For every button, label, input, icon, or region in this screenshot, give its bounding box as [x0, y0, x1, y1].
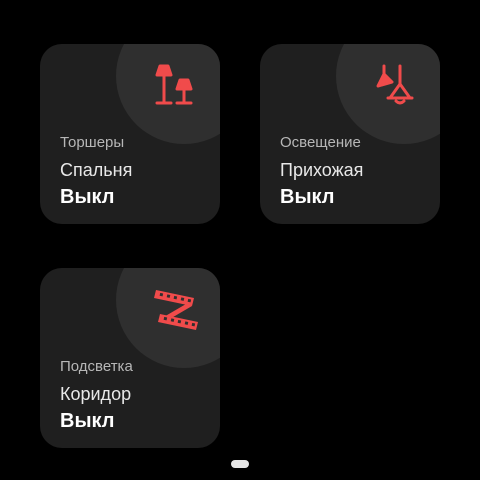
- tile-room: Прихожая: [280, 160, 364, 180]
- tile-room: Спальня: [60, 160, 133, 180]
- tile-backlight-corridor[interactable]: Подсветка Коридор Выкл: [40, 268, 220, 448]
- tile-category: Подсветка: [60, 358, 133, 375]
- tile-state: Выкл: [60, 410, 115, 432]
- ceiling-lights-icon: [370, 60, 422, 112]
- tile-lighting-hallway[interactable]: Освещение Прихожая Выкл: [260, 44, 440, 224]
- floor-lamps-icon: [150, 60, 202, 112]
- tile-room: Коридор: [60, 384, 132, 404]
- tile-floor-lamps-bedroom[interactable]: Торшеры Спальня Выкл: [40, 44, 220, 224]
- led-strip-icon: [150, 284, 202, 336]
- page-indicator: [231, 460, 249, 468]
- watch-screen: Торшеры Спальня Выкл Освещение Прихожая: [0, 0, 480, 480]
- tile-state: Выкл: [60, 186, 115, 208]
- tile-state: Выкл: [280, 186, 335, 208]
- tile-category: Освещение: [280, 134, 361, 151]
- tile-category: Торшеры: [60, 134, 125, 151]
